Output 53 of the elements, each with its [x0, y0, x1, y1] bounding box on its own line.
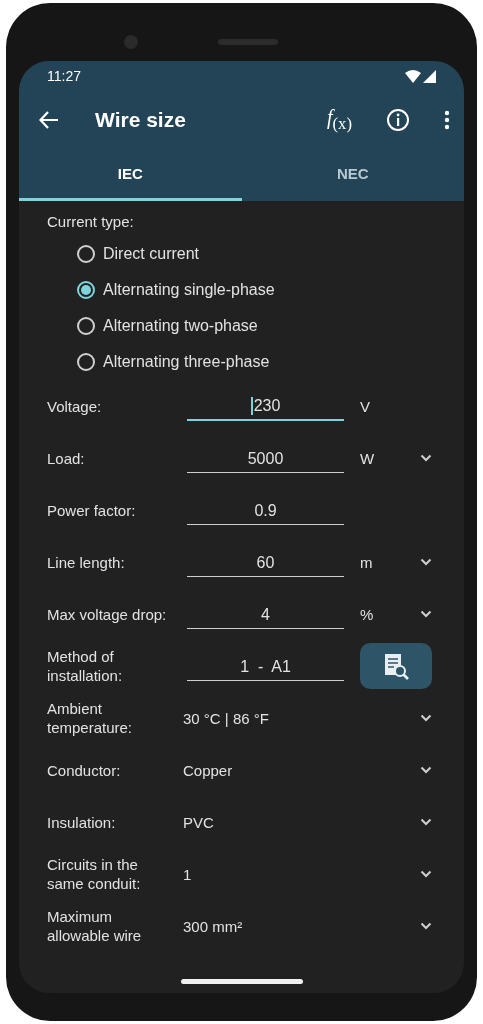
input-field[interactable]: 5000 [187, 443, 344, 473]
field-label: Circuits in the same conduit: [47, 855, 142, 893]
dropdown-value[interactable]: 1 [183, 865, 308, 883]
field-label: Voltage: [47, 396, 103, 416]
chevron-down-icon[interactable] [420, 454, 432, 462]
field-label: Max voltage drop: [47, 604, 168, 624]
back-arrow-icon[interactable] [39, 111, 59, 129]
input-field[interactable]: 60 [187, 547, 344, 577]
more-menu-icon[interactable] [444, 110, 450, 130]
dropdown-value[interactable]: Copper [183, 761, 308, 779]
status-time: 11:27 [47, 68, 81, 84]
field-label: Maximum allowable wire [47, 907, 143, 945]
lookup-button[interactable] [360, 643, 432, 689]
radio-button[interactable] [77, 317, 95, 335]
input-field[interactable]: 4 [187, 599, 344, 629]
tab[interactable]: NEC [241, 149, 464, 201]
field-label: Load: [47, 448, 86, 468]
field-label: Power factor: [47, 500, 137, 520]
radio-button[interactable] [77, 245, 95, 263]
section-label: Current type: [47, 213, 135, 230]
unit-label: % [359, 605, 375, 623]
radio-button[interactable] [77, 281, 95, 299]
formula-button[interactable]: f$_{(x)}$ [327, 106, 352, 134]
chevron-down-icon[interactable] [420, 766, 432, 774]
field-label: Line length: [47, 552, 126, 572]
radio-button[interactable] [77, 353, 95, 371]
chevron-down-icon[interactable] [420, 714, 432, 722]
field-label: Insulation: [47, 812, 117, 832]
screen-title: Wire size [95, 108, 187, 132]
dropdown-value[interactable]: 300 mm² [183, 917, 308, 935]
unit-label: V [359, 397, 371, 415]
chevron-down-icon[interactable] [420, 818, 432, 826]
chevron-down-icon[interactable] [420, 558, 432, 566]
info-icon[interactable] [386, 108, 410, 132]
radio-label[interactable]: Alternating single-phase [103, 281, 275, 299]
tab[interactable]: IEC [19, 149, 242, 201]
dropdown-value[interactable]: 30 °C | 86 °F [183, 709, 308, 727]
unit-label: m [359, 553, 374, 571]
dropdown-value[interactable]: PVC [183, 813, 308, 831]
field-label: Method of installation: [47, 647, 124, 685]
wifi-icon [405, 69, 421, 83]
input-field[interactable]: 1 - A1 [187, 651, 344, 681]
radio-label[interactable]: Alternating three-phase [103, 353, 270, 371]
unit-label: W [359, 449, 376, 467]
radio-label[interactable]: Alternating two-phase [103, 317, 258, 335]
chevron-down-icon[interactable] [420, 610, 432, 618]
chevron-down-icon[interactable] [420, 922, 432, 930]
signal-icon [423, 69, 436, 83]
radio-label[interactable]: Direct current [103, 245, 200, 263]
input-field[interactable]: 230 [187, 390, 344, 422]
chevron-down-icon[interactable] [420, 870, 432, 878]
field-label: Conductor: [47, 760, 122, 780]
input-field[interactable]: 0.9 [187, 495, 344, 525]
